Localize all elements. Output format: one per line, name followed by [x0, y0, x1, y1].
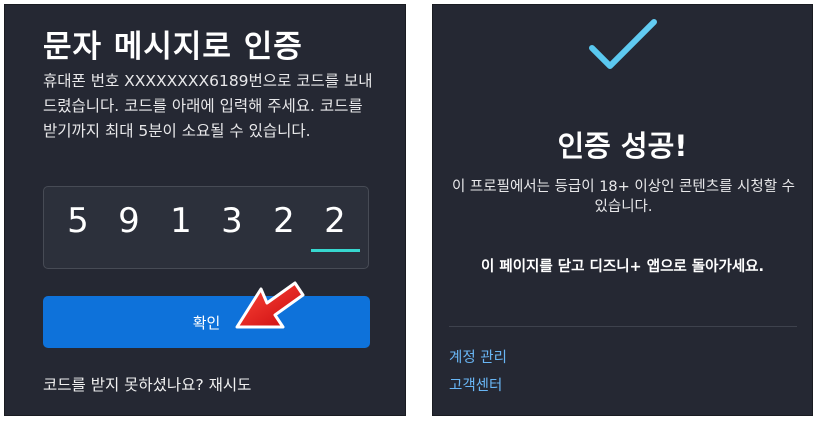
red-arrow-icon [235, 281, 305, 329]
resend-row: 코드를 받지 못하셨나요? 재시도 [43, 373, 251, 395]
success-panel: 인증 성공! 이 프로필에서는 등급이 18+ 이상인 콘텐츠를 시청할 수 있… [432, 4, 813, 416]
code-digit-5: 2 [273, 201, 295, 241]
rating-info-text: 이 프로필에서는 등급이 18+ 이상인 콘텐츠를 시청할 수 있습니다. [451, 179, 795, 215]
close-page-message: 이 페이지를 닫고 디즈니+ 앱으로 돌아가세요. [480, 259, 765, 275]
divider [449, 326, 797, 327]
instruction-text: 휴대폰 번호 XXXXXXXX6189번으로 코드를 보내드렸습니다. 코드를 … [43, 72, 373, 140]
code-digit-1: 5 [67, 201, 89, 241]
resend-prompt: 코드를 받지 못하셨나요? [43, 376, 204, 394]
input-cursor-underline [311, 249, 360, 252]
checkmark-icon [589, 19, 657, 69]
success-title: 인증 성공! [557, 129, 688, 163]
page-title: 문자 메시지로 인증 [43, 29, 303, 65]
manage-account-link[interactable]: 계정 관리 [449, 346, 507, 367]
verification-code-input[interactable]: 5 9 1 3 2 2 [43, 186, 369, 269]
code-digit-2: 9 [118, 201, 140, 241]
verification-panel: 문자 메시지로 인증 휴대폰 번호 XXXXXXXX6189번으로 코드를 보내… [4, 4, 406, 416]
code-digit-6: 2 [324, 201, 346, 241]
confirm-button[interactable]: 확인 [43, 296, 370, 348]
help-center-link[interactable]: 고객센터 [449, 374, 502, 395]
code-digit-4: 3 [221, 201, 243, 241]
code-digit-3: 1 [170, 201, 192, 241]
retry-link[interactable]: 재시도 [209, 376, 252, 394]
